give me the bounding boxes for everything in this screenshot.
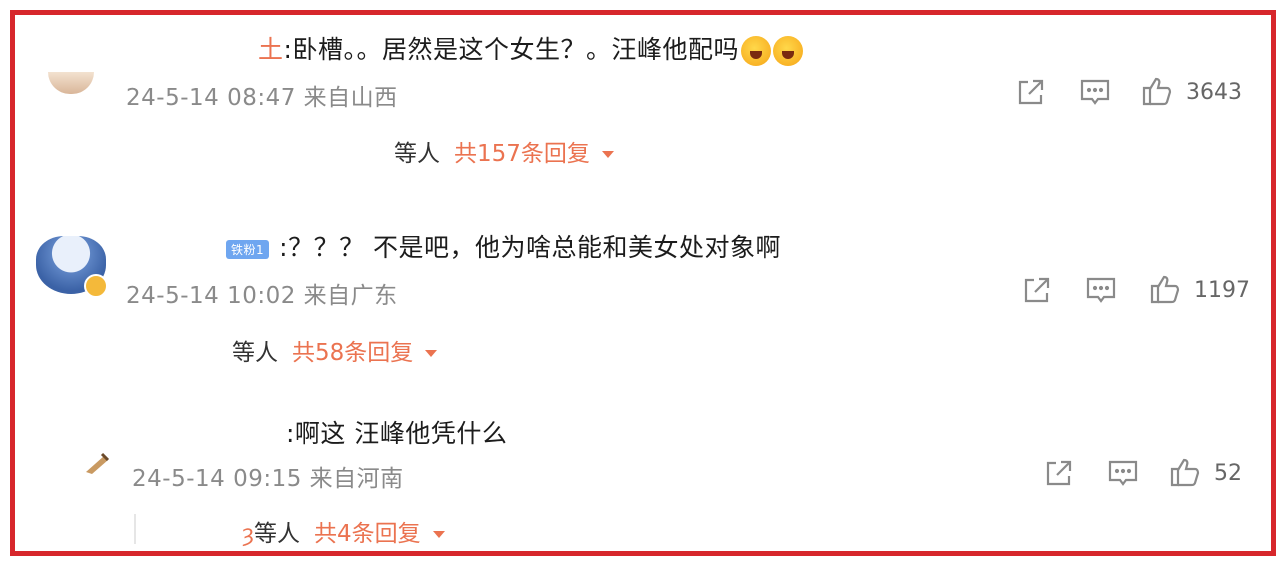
username-fragment[interactable]: 土: [258, 35, 284, 64]
caret-down-icon: [601, 151, 614, 158]
comment-icon[interactable]: [1084, 273, 1118, 307]
thumbs-up-icon[interactable]: [1148, 272, 1182, 306]
comment-icon[interactable]: [1106, 456, 1140, 490]
angry-face-emoji-icon: [740, 36, 771, 66]
comment-icon[interactable]: [1078, 75, 1112, 109]
comment-meta: 24-5-14 10:02 来自广东: [126, 283, 398, 309]
reply-expander[interactable]: 等人 共157条回复: [394, 134, 614, 168]
reply-users: 等人: [394, 141, 440, 167]
comment-text: 铁粉1 :？？？ 不是吧，他为啥总能和美女处对象啊: [226, 228, 781, 264]
comment-meta: 24-5-14 09:15 来自河南: [132, 466, 404, 492]
reply-total: 共58条回复: [292, 340, 414, 366]
reply-users: 等人: [232, 340, 278, 366]
reply-expander[interactable]: 等人 共58条回复: [232, 333, 438, 367]
share-icon[interactable]: [1014, 75, 1048, 109]
angry-face-emoji-icon: [772, 36, 803, 66]
reply-prefix: ȝ: [242, 521, 254, 547]
thumbs-up-icon[interactable]: [1140, 74, 1174, 108]
comment-meta: 24-5-14 08:47 来自山西: [126, 85, 398, 111]
comment-body: :？？？ 不是吧，他为啥总能和美女处对象啊: [279, 233, 782, 262]
reply-users: 等人: [254, 521, 300, 547]
reply-total: 共4条回复: [314, 521, 421, 547]
comment-text: :啊这 汪峰他凭什么: [286, 419, 508, 448]
reply-expander[interactable]: ȝ等人 共4条回复: [242, 514, 445, 548]
fan-badge: 铁粉1: [226, 239, 270, 259]
verified-badge-icon: [84, 274, 108, 298]
like-count: 3643: [1186, 80, 1242, 105]
like-count: 1197: [1194, 278, 1250, 303]
like-count: 52: [1214, 461, 1242, 486]
caret-down-icon: [432, 531, 445, 538]
comment-text: 土:卧槽。。居然是这个女生？。汪峰他配吗: [258, 30, 803, 66]
thumbs-up-icon[interactable]: [1168, 455, 1202, 489]
caret-down-icon: [425, 350, 438, 357]
reply-divider: [134, 514, 136, 544]
reply-total: 共157条回复: [454, 141, 590, 167]
comment-body: :卧槽。。居然是这个女生？。汪峰他配吗: [283, 35, 739, 64]
share-icon[interactable]: [1020, 273, 1054, 307]
avatar[interactable]: [84, 452, 110, 474]
share-icon[interactable]: [1042, 456, 1076, 490]
